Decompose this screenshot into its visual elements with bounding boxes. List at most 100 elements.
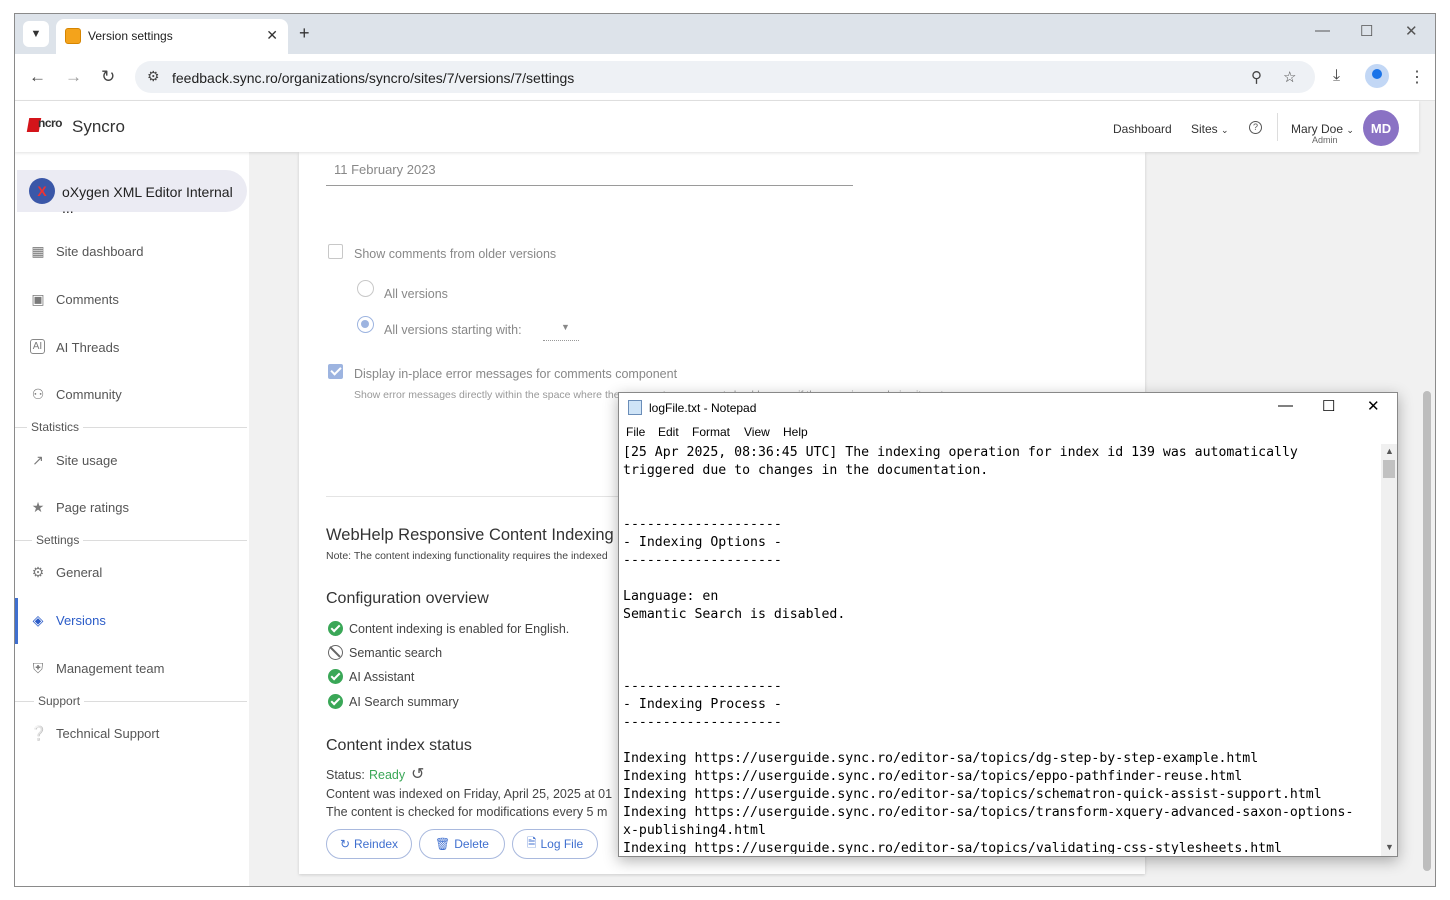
notepad-text-area[interactable]: [25 Apr 2025, 08:36:45 UTC] The indexing… (623, 444, 1381, 854)
sidebar-item-label: General (56, 565, 103, 580)
scroll-up-icon[interactable]: ▲ (1385, 446, 1394, 456)
syncro-logo[interactable]: ncro (26, 116, 64, 134)
user-name: Mary Doe (1291, 122, 1344, 136)
sidebar-item-label: Community (56, 387, 122, 402)
radio-starting-with-label: All versions starting with: (384, 323, 522, 337)
people-icon: ⚇ (31, 386, 45, 402)
site-name: oXygen XML Editor Internal ... (62, 184, 233, 216)
minimize-icon[interactable]: — (1278, 397, 1293, 414)
address-bar[interactable]: ⚙ feedback.sync.ro/organizations/syncro/… (135, 61, 1315, 93)
reindex-icon: ↻ (339, 837, 351, 851)
help-icon: ❔ (30, 725, 48, 741)
sidebar-item-management-team[interactable]: ⛨ Management team (15, 653, 249, 685)
scroll-down-icon[interactable]: ▼ (1385, 842, 1394, 852)
profile-icon[interactable] (1365, 64, 1389, 88)
minimize-icon[interactable]: — (1315, 22, 1330, 39)
brand-name[interactable]: Syncro (72, 117, 125, 137)
menu-edit[interactable]: Edit (658, 425, 679, 439)
site-selector[interactable]: X oXygen XML Editor Internal ... (17, 170, 247, 216)
menu-format[interactable]: Format (692, 425, 730, 439)
chevron-down-icon: ⌄ (1346, 125, 1354, 135)
show-comments-checkbox[interactable] (328, 244, 343, 259)
display-errors-label: Display in-place error messages for comm… (354, 367, 678, 381)
nav-sites-label: Sites (1191, 122, 1218, 136)
section-label: Settings (32, 533, 84, 547)
release-date-field[interactable]: 11 February 2023 (334, 162, 436, 177)
download-icon[interactable]: ⤓ (1333, 67, 1340, 85)
help-icon[interactable]: ? (1249, 121, 1262, 134)
maximize-icon[interactable]: ☐ (1360, 22, 1373, 40)
app-header: ncro Syncro Dashboard Sites ⌄ ? Mary Doe… (15, 101, 1419, 152)
sidebar-item-comments[interactable]: ▣ Comments (15, 284, 249, 316)
delete-button[interactable]: 🗑 Delete (419, 829, 505, 859)
sidebar-item-technical-support[interactable]: ❔ Technical Support (15, 718, 249, 750)
shield-icon: ⛨ (32, 660, 44, 676)
tab-title: Version settings (88, 29, 173, 43)
sidebar-item-label: Management team (56, 661, 165, 676)
refresh-icon[interactable]: ↺ (411, 764, 424, 784)
forward-icon[interactable]: → (65, 67, 82, 87)
url-text[interactable]: feedback.sync.ro/organizations/syncro/si… (172, 70, 574, 86)
reindex-button[interactable]: ↻ Reindex (326, 829, 412, 859)
section-label: Support (34, 694, 85, 708)
log-file-button[interactable]: 🗎 Log File (512, 829, 598, 859)
avatar[interactable]: MD (1363, 110, 1399, 146)
nav-dashboard[interactable]: Dashboard (1113, 122, 1172, 136)
sidebar-item-label: Page ratings (56, 500, 129, 515)
sidebar: X oXygen XML Editor Internal ... ▦ Site … (15, 152, 249, 886)
sidebar-item-community[interactable]: ⚇ Community (15, 379, 249, 411)
tab-close-icon[interactable]: ✕ (266, 27, 278, 44)
new-tab-button[interactable]: + (299, 23, 310, 44)
menu-view[interactable]: View (744, 425, 770, 439)
radio-versions-starting-with[interactable] (357, 316, 374, 333)
menu-help[interactable]: Help (783, 425, 808, 439)
sidebar-item-label: AI Threads (56, 340, 120, 355)
sidebar-item-versions[interactable]: ◈ Versions (15, 598, 249, 644)
favicon-icon (65, 28, 81, 44)
notepad-titlebar[interactable]: logFile.txt - Notepad — ☐ ✕ (619, 393, 1397, 421)
config-item: AI Search summary (349, 695, 459, 709)
notepad-menubar: File Edit Format View Help (619, 421, 1397, 443)
dashboard-icon: ▦ (31, 243, 45, 259)
sidebar-item-ai-threads[interactable]: AI AI Threads (15, 332, 249, 364)
comment-icon: ▣ (31, 291, 45, 307)
check-circle-icon (328, 621, 343, 636)
tab-version-settings[interactable]: Version settings ✕ (56, 19, 288, 54)
page-scrollbar[interactable] (1419, 101, 1435, 886)
gear-icon: ⚙ (31, 564, 45, 580)
scrollbar-thumb[interactable] (1423, 391, 1431, 871)
maximize-icon[interactable]: ☐ (1322, 397, 1335, 415)
bookmark-star-icon[interactable]: ☆ (1283, 68, 1296, 86)
zoom-icon[interactable]: ⚲ (1251, 68, 1262, 86)
back-icon[interactable]: ← (29, 67, 46, 87)
close-window-icon[interactable]: ✕ (1405, 22, 1418, 40)
notepad-scrollbar[interactable]: ▲ ▼ (1381, 444, 1397, 856)
site-info-icon[interactable]: ⚙ (147, 68, 160, 85)
menu-file[interactable]: File (626, 425, 645, 439)
scrollbar-thumb[interactable] (1383, 460, 1395, 478)
nav-sites[interactable]: Sites ⌄ (1191, 122, 1229, 136)
date-underline (326, 185, 853, 186)
sidebar-item-site-dashboard[interactable]: ▦ Site dashboard (15, 236, 249, 268)
menu-kebab-icon[interactable]: ⋮ (1409, 67, 1425, 87)
sidebar-item-general[interactable]: ⚙ General (15, 557, 249, 589)
reload-icon[interactable]: ↻ (101, 67, 115, 87)
user-menu[interactable]: Mary Doe ⌄ (1291, 122, 1354, 136)
radio-all-versions[interactable] (357, 280, 374, 297)
sidebar-item-page-ratings[interactable]: ★ Page ratings (15, 492, 249, 524)
close-icon[interactable]: ✕ (1367, 397, 1380, 415)
logo-text: ncro (38, 116, 63, 130)
check-circle-icon (328, 669, 343, 684)
file-icon: 🗎 (526, 835, 537, 850)
version-select[interactable] (543, 340, 579, 341)
sidebar-item-site-usage[interactable]: ↗ Site usage (15, 445, 249, 477)
header-divider (1277, 113, 1278, 141)
display-errors-checkbox[interactable] (328, 364, 343, 379)
trash-icon: 🗑 (435, 837, 451, 851)
sidebar-item-label: Versions (56, 613, 106, 628)
tab-search-button[interactable]: ▼ (23, 21, 49, 47)
status-title: Content index status (326, 737, 472, 754)
dropdown-arrow-icon[interactable]: ▼ (561, 322, 570, 332)
check-circle-icon (328, 694, 343, 709)
reindex-label: Reindex (354, 837, 399, 851)
